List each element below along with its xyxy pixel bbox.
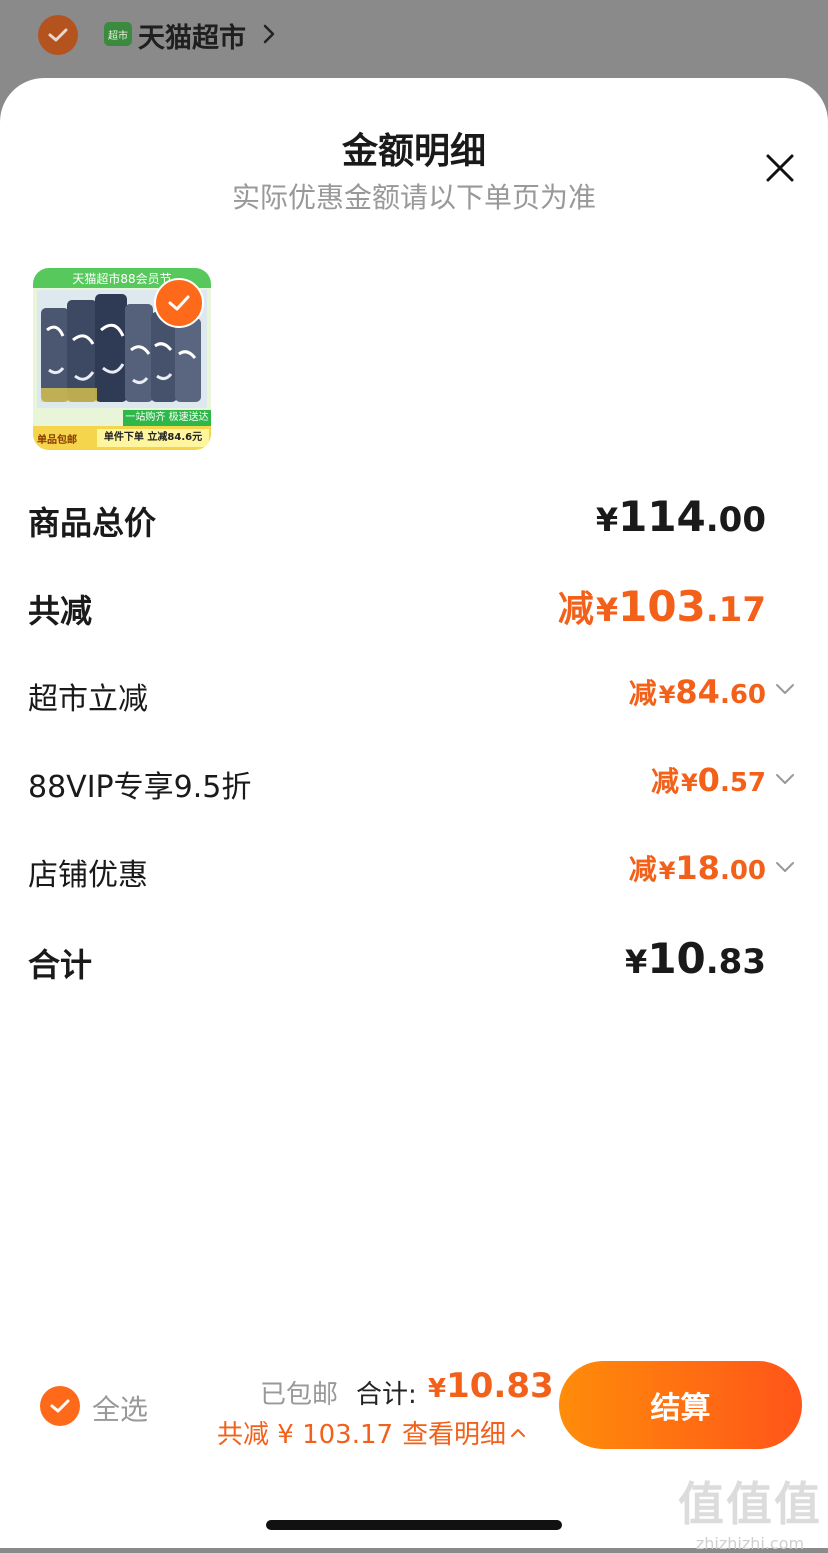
chevron-up-icon — [511, 1428, 526, 1437]
close-icon[interactable] — [760, 148, 800, 188]
amount-detail-sheet: 金额明细 实际优惠金额请以下单页为准 天猫超市88会员节 一站购齐 极速送达 单… — [0, 78, 828, 1553]
discount-total-label: 共减 — [28, 592, 93, 630]
supermarket-discount-label: 超市立减 — [28, 682, 148, 717]
store-logo-icon: 超市 — [104, 22, 132, 46]
chevron-down-icon[interactable] — [774, 772, 796, 786]
watermark-logo: 值值值 zhizhizhi.com — [675, 1468, 825, 1553]
select-all-checkbox[interactable] — [40, 1386, 80, 1426]
thumb-free-shipping-tag: 单品包邮 — [37, 435, 77, 446]
footer-saved-amount: 共减 ¥ 103.17 — [217, 1420, 394, 1450]
view-detail-link[interactable]: 查看明细 — [402, 1414, 526, 1451]
vip-discount-label: 88VIP专享9.5折 — [28, 770, 252, 805]
chevron-down-icon[interactable] — [774, 682, 796, 696]
footer-total-value: ¥10.83 — [428, 1366, 554, 1406]
thumb-discount-tag: 单件下单 立减84.6元 — [97, 429, 209, 447]
check-icon — [50, 1399, 70, 1413]
check-icon — [48, 28, 68, 42]
view-detail-label: 查看明细 — [402, 1420, 507, 1450]
store-discount-label: 店铺优惠 — [28, 858, 148, 893]
select-all-label[interactable]: 全选 — [92, 1388, 148, 1428]
sheet-subtitle: 实际优惠金额请以下单页为准 — [231, 181, 596, 214]
total-label: 合计 — [28, 946, 93, 984]
home-indicator[interactable] — [266, 1520, 562, 1530]
product-thumbnail[interactable]: 天猫超市88会员节 一站购齐 极速送达 单品包邮 单件下单 立减84.6元 — [33, 268, 211, 450]
store-select-checkbox[interactable] — [38, 15, 78, 55]
subtotal-value: ¥114.00 — [595, 492, 766, 541]
subtotal-label: 商品总价 — [28, 504, 157, 542]
watermark-url: zhizhizhi.com — [695, 1534, 805, 1553]
sheet-title: 金额明细 — [341, 131, 486, 172]
footer-total-label: 合计: — [356, 1380, 417, 1410]
total-value: ¥10.83 — [625, 934, 766, 983]
chevron-down-icon[interactable] — [774, 860, 796, 874]
supermarket-discount-value[interactable]: 减¥84.60 — [629, 672, 766, 712]
store-header: 超市 天猫超市 — [0, 0, 828, 80]
store-name-link[interactable]: 天猫超市 — [138, 16, 246, 55]
thumb-delivery-tag: 一站购齐 极速送达 — [123, 410, 211, 426]
discount-total-value: 减¥103.17 — [557, 582, 766, 631]
shipping-label: 已包邮 — [260, 1380, 339, 1410]
store-discount-value[interactable]: 减¥18.00 — [629, 848, 766, 888]
vip-discount-value[interactable]: 减¥0.57 — [651, 760, 766, 800]
watermark-text: 值值值 — [678, 1477, 822, 1531]
product-select-checkbox[interactable] — [154, 278, 204, 328]
checkout-button[interactable]: 结算 — [559, 1361, 802, 1449]
chevron-right-icon[interactable] — [262, 22, 276, 46]
check-icon — [168, 295, 190, 311]
